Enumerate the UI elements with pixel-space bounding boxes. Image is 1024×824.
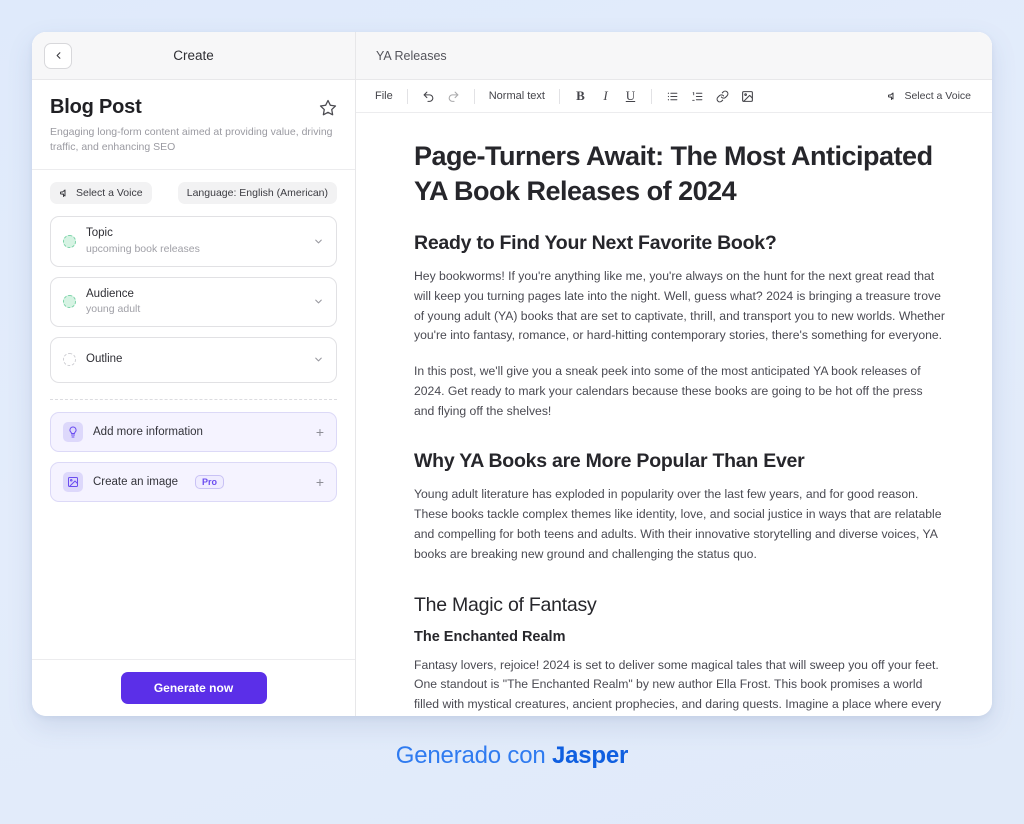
document-title[interactable]: YA Releases [376,49,447,63]
chevron-down-icon[interactable] [313,354,324,365]
editor-pane: YA Releases File Normal text B I U Selec… [356,32,992,716]
language-chip[interactable]: Language: English (American) [177,182,337,205]
status-dot-icon [63,295,76,309]
image-icon [63,471,83,492]
add-icon[interactable]: + [316,425,324,439]
generate-now-button[interactable]: Generate now [120,672,267,704]
toolbar-divider [406,88,408,104]
page-title: Blog Post [50,96,142,118]
back-button[interactable] [44,42,72,69]
field-outline-label: Outline [86,353,123,366]
underline-icon: U [625,88,636,103]
undo-button[interactable] [417,85,440,108]
field-outline[interactable]: Outline [50,336,337,383]
chevron-left-icon [56,52,60,59]
editor-select-a-voice-label: Select a Voice [904,90,971,102]
numbered-list-button[interactable] [686,85,709,108]
redo-icon [448,91,459,102]
template-info: Blog Post Engaging long-form content aim… [32,80,355,171]
template-description: Engaging long-form content aimed at prov… [50,126,333,154]
document-paragraph: Fantasy lovers, rejoice! 2024 is set to … [414,657,942,712]
italic-icon: I [603,88,608,103]
image-icon [742,90,753,102]
document-paragraph: Hey bookworms! If you're anything like m… [414,269,945,343]
document-body[interactable]: Page-Turners Await: The Most Anticipated… [414,139,946,716]
add-icon[interactable]: + [316,475,324,489]
pro-badge: Pro [195,474,225,489]
create-an-image-card[interactable]: Create an image Pro + [50,461,337,502]
add-more-information-card[interactable]: Add more information + [50,411,337,452]
select-a-voice-label: Select a Voice [76,187,143,200]
text-style-dropdown[interactable]: Normal text [484,85,550,108]
document-scroll-area[interactable]: Page-Turners Await: The Most Anticipated… [356,113,992,716]
create-sidebar: Create Blog Post Engaging long-form cont… [32,32,356,716]
sidebar-chip-row: Select a Voice Language: English (Americ… [32,170,355,212]
create-an-image-label: Create an image [93,475,179,488]
lightbulb-icon [63,421,83,442]
sidebar-footer: Generate now [32,659,355,716]
field-topic-label: Topic [86,227,113,240]
editor-toolbar: File Normal text B I U Select a Voice [356,80,992,113]
italic-button[interactable]: I [594,85,617,108]
document-paragraph: Young adult literature has exploded in p… [414,487,942,561]
toolbar-divider [650,88,652,104]
bullet-list-button[interactable] [661,85,684,108]
input-fields: Topic upcoming book releases Audience yo… [32,212,355,392]
document-header: YA Releases [356,32,992,80]
bullet-list-icon [667,92,678,100]
footer-caption-prefix: Generado con [395,742,552,769]
sidebar-title: Create [173,48,214,63]
link-icon [716,90,729,102]
megaphone-icon [888,92,894,100]
field-audience-value: young adult [86,303,141,316]
language-label: Language: English (American) [186,187,328,200]
document-h2-popular: Why YA Books are More Popular Than Ever [414,450,805,473]
footer-caption: Generado con Jasper [0,742,1024,770]
toolbar-divider [558,88,560,104]
document-h1: Page-Turners Await: The Most Anticipated… [414,141,933,206]
numbered-list-icon [692,91,703,101]
undo-icon [423,91,434,102]
add-more-information-label: Add more information [93,425,203,438]
toolbar-right-group: Select a Voice [880,86,978,106]
document-h3-realm: The Enchanted Realm [414,628,566,645]
status-dot-icon [63,234,76,248]
bold-icon: B [576,88,585,103]
select-a-voice-chip[interactable]: Select a Voice [50,182,152,205]
field-topic[interactable]: Topic upcoming book releases [50,216,337,267]
document-paragraph: In this post, we'll give you a sneak pee… [414,364,923,418]
redo-button[interactable] [442,85,465,108]
field-audience-label: Audience [86,287,134,300]
editor-select-a-voice-button[interactable]: Select a Voice [880,86,978,106]
chevron-down-icon[interactable] [313,296,324,307]
document-h2-intro: Ready to Find Your Next Favorite Book? [414,232,777,255]
insert-image-button[interactable] [736,85,759,108]
field-topic-value: upcoming book releases [86,243,200,256]
link-button[interactable] [711,85,734,108]
file-menu-button[interactable]: File [370,85,398,108]
app-window: Create Blog Post Engaging long-form cont… [32,32,992,716]
underline-button[interactable]: U [619,85,642,108]
status-dot-icon [63,353,76,367]
field-audience[interactable]: Audience young adult [50,276,337,327]
sidebar-header: Create [32,32,355,80]
document-h2-magic: The Magic of Fantasy [414,593,597,616]
jasper-brand-label: Jasper [551,742,629,769]
bold-button[interactable]: B [569,85,592,108]
megaphone-icon [60,189,66,198]
chevron-down-icon[interactable] [313,236,324,247]
section-divider [50,398,337,400]
star-icon[interactable] [319,99,337,117]
toolbar-divider [473,88,475,104]
